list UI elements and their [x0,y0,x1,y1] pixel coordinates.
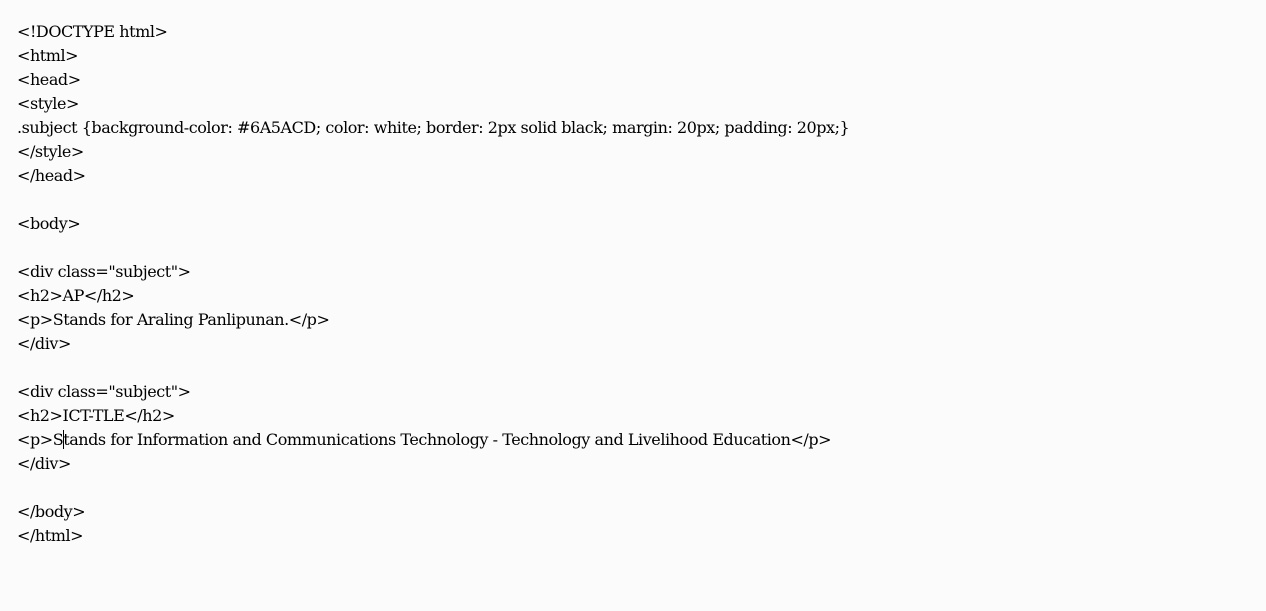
caret-line-text-after: tands for Information and Communications… [63,430,832,449]
doc-line-17: <h2>ICT-TLE</h2> [17,406,175,425]
document-body[interactable]: <!DOCTYPE html> <html> <head> <style> .s… [17,20,1257,548]
doc-line-20 [17,476,1257,500]
doc-line-7: </head> [17,166,86,185]
doc-line-6: </style> [17,142,84,161]
doc-line-4: <style> [17,94,79,113]
doc-line-16: <div class="subject"> [17,382,191,401]
doc-line-13: <p>Stands for Araling Panlipunan.</p> [17,310,330,329]
doc-line-12: <h2>AP</h2> [17,286,135,305]
doc-line-14: </div> [17,334,71,353]
doc-line-11: <div class="subject"> [17,262,191,281]
doc-line-22: </html> [17,526,84,545]
doc-line-18-with-caret: <p>Stands for Information and Communicat… [17,428,1257,452]
caret-line-text-before: <p>S [17,430,64,449]
doc-line-19: </div> [17,454,71,473]
doc-line-5: .subject {background-color: #6A5ACD; col… [17,118,850,137]
doc-line-21: </body> [17,502,86,521]
doc-line-15 [17,356,1257,380]
doc-line-10 [17,236,1257,260]
doc-line-3: <head> [17,70,81,89]
doc-line-2: <html> [17,46,79,65]
doc-line-9: <body> [17,214,81,233]
doc-line-8 [17,188,1257,212]
doc-line-1: <!DOCTYPE html> [17,22,168,41]
